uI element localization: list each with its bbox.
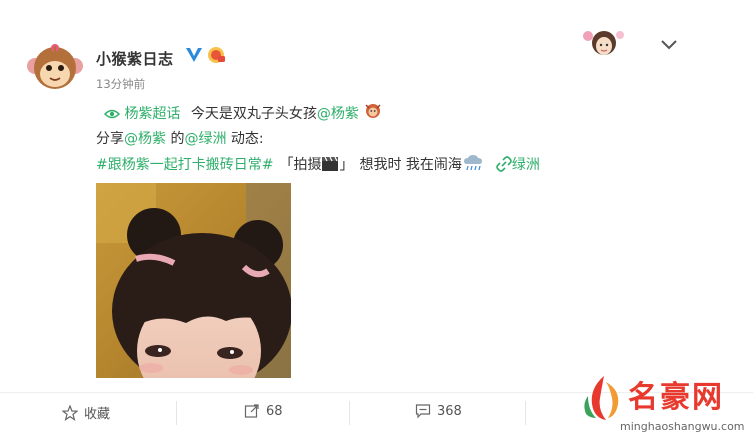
monkey-avatar-icon[interactable] <box>26 40 84 98</box>
post-photo[interactable] <box>96 183 291 378</box>
post-line-1: 杨紫超话 今天是双丸子头女孩@杨紫 <box>104 101 383 123</box>
star-icon <box>62 404 78 421</box>
mention-oasis[interactable]: @绿洲 <box>184 131 226 147</box>
mention-yangzi-share[interactable]: @杨紫 <box>124 131 166 147</box>
bracket-close: 」 <box>339 157 354 173</box>
comment-count: 368 <box>437 403 462 419</box>
cloud-rain-icon <box>463 155 482 171</box>
comment-icon <box>415 404 431 419</box>
footer-divider <box>176 401 177 425</box>
verified-v-icon <box>186 48 202 62</box>
clapperboard-icon <box>322 156 339 171</box>
forward-count: 68 <box>266 403 283 419</box>
vip-badge-icon <box>208 47 225 63</box>
oasis-link-label: 绿洲 <box>511 157 540 173</box>
watermark-title: 名豪网 <box>628 380 724 415</box>
comment-button[interactable]: 368 <box>415 403 462 419</box>
share-mid: 的 <box>166 131 185 147</box>
mention-yangzi[interactable]: @杨紫 <box>317 106 359 122</box>
hashtag-link[interactable]: #跟杨紫一起打卡搬砖日常# <box>96 157 273 173</box>
bracket-open: 「拍摄 <box>279 157 322 173</box>
oasis-link[interactable]: 绿洲 <box>496 156 540 173</box>
favorite-label: 收藏 <box>84 407 111 422</box>
post-time: 13分钟前 <box>96 77 146 91</box>
chevron-down-icon[interactable] <box>660 38 678 50</box>
watermark-logo-icon <box>584 376 619 420</box>
share-prefix: 分享 <box>96 131 124 147</box>
forward-icon <box>244 404 259 418</box>
eye-icon <box>104 109 120 119</box>
favorite-button[interactable]: 收藏 <box>62 403 110 422</box>
line3-text: 想我时 我在闹海 <box>359 157 462 173</box>
post-line-3: #跟杨紫一起打卡搬砖日常# 「拍摄 」想我时 我在闹海 绿洲 <box>96 154 540 174</box>
supertopic-label: 杨紫超话 <box>124 106 181 122</box>
footer-divider <box>349 401 350 425</box>
footer-divider <box>525 401 526 425</box>
post-line-2: 分享@杨紫 的@绿洲 动态: <box>96 128 264 148</box>
line1-text: 今天是双丸子头女孩 <box>190 106 317 122</box>
link-icon <box>496 156 512 172</box>
weibo-post: 小猴紫日志 13分钟前 杨紫超话 今天是双丸子头女孩@杨紫 分享@杨紫 的@绿洲… <box>0 0 753 442</box>
supertopic-link[interactable]: 杨紫超话 <box>104 106 185 122</box>
share-suffix: 动态: <box>226 131 264 147</box>
user-avatar-icon[interactable] <box>578 26 630 60</box>
forward-button[interactable]: 68 <box>244 403 283 419</box>
site-watermark: 名豪网 minghaoshangwu.com <box>580 372 750 440</box>
mascot-icon <box>365 104 381 118</box>
watermark-url: minghaoshangwu.com <box>620 420 745 433</box>
username[interactable]: 小猴紫日志 <box>96 48 174 69</box>
